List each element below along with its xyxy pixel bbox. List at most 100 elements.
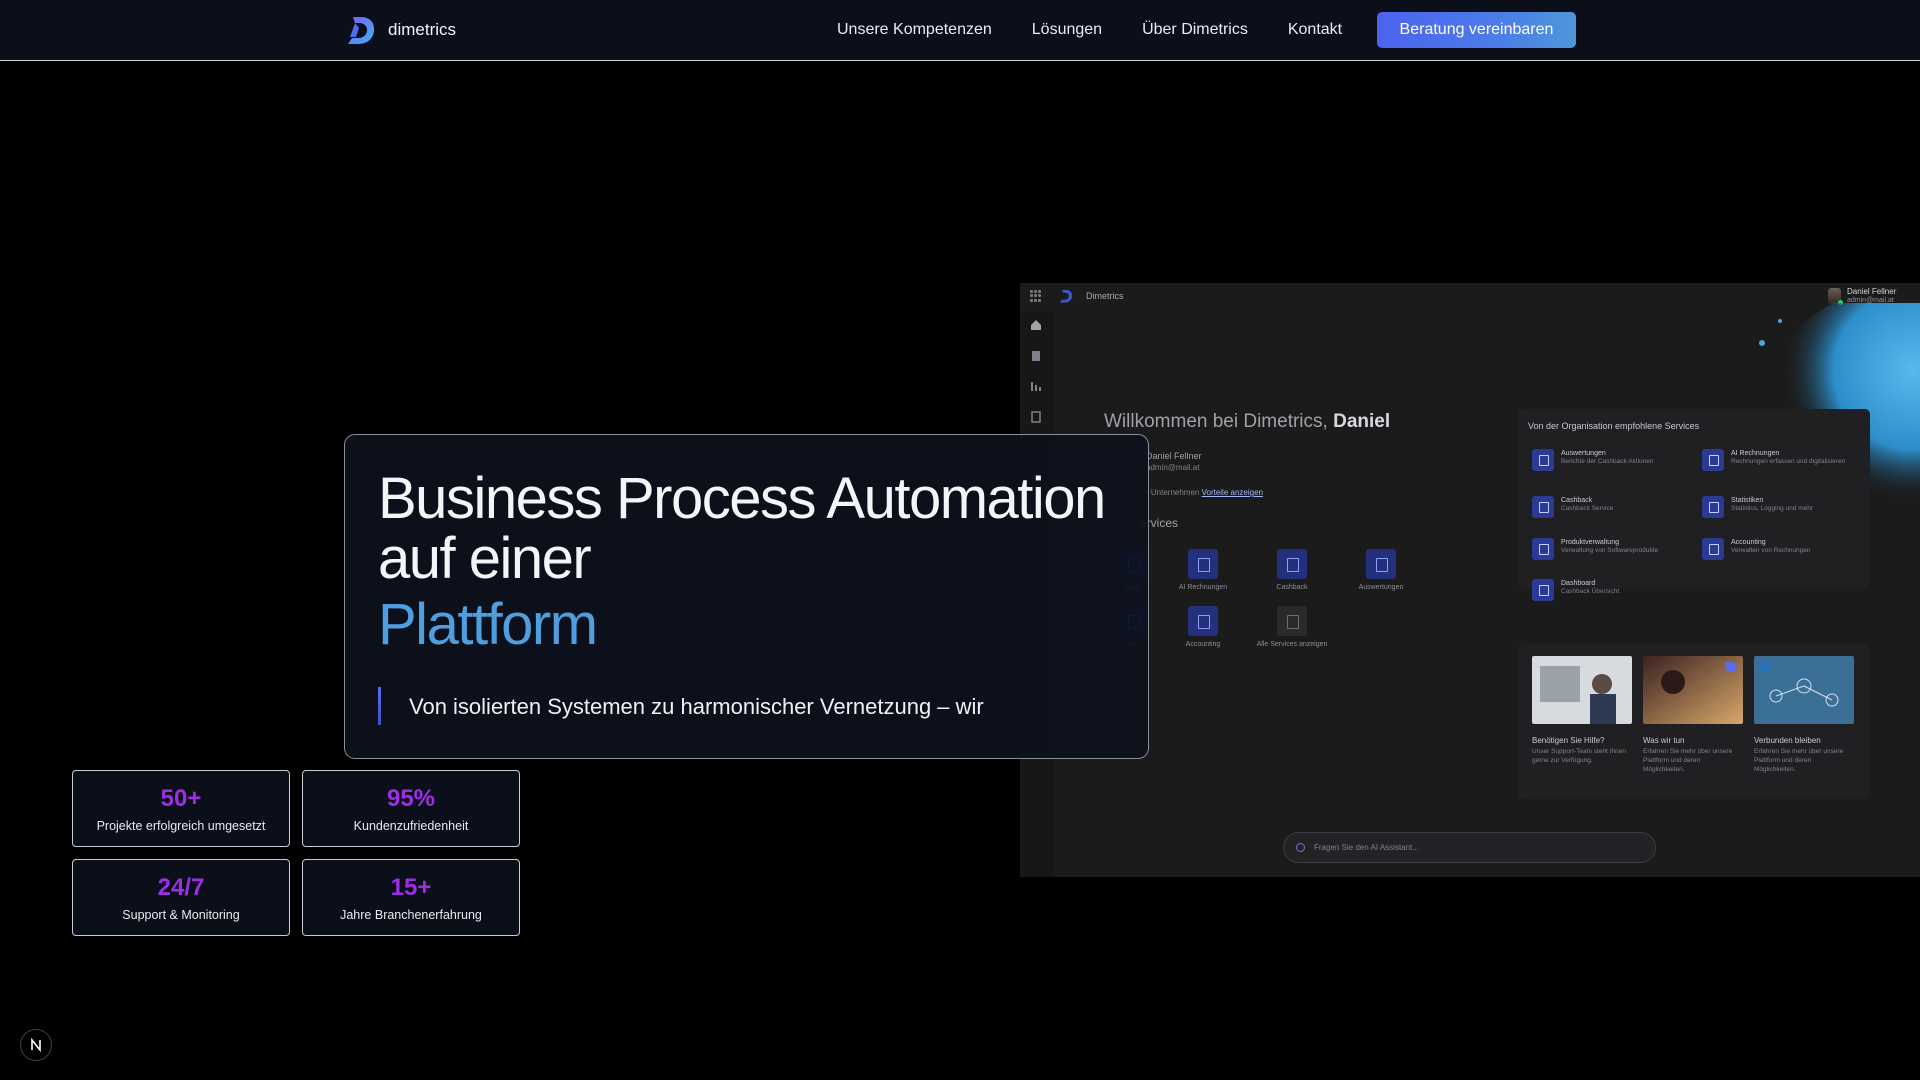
brand-home-link[interactable]: dimetrics bbox=[344, 13, 456, 47]
service-desc: Cashback Übersicht bbox=[1561, 588, 1620, 595]
recommended-services-title: Von der Organisation empfohlene Services bbox=[1528, 421, 1700, 431]
dashboard-profile-mail: admin@mail.at bbox=[1146, 463, 1200, 472]
search-icon bbox=[1296, 843, 1305, 852]
stat-label: Support & Monitoring bbox=[122, 908, 240, 922]
nav-link-loesungen[interactable]: Lösungen bbox=[1032, 21, 1102, 39]
promo-connected[interactable]: Verbunden bleiben Erfahren Sie mehr über… bbox=[1754, 656, 1854, 774]
service-icon bbox=[1188, 549, 1218, 579]
network-photo-icon bbox=[1754, 656, 1854, 724]
service-icon bbox=[1532, 538, 1554, 560]
recommended-service[interactable]: Statistiken Statistics, Logging und mehr bbox=[1702, 496, 1867, 518]
recommended-service[interactable]: Produktverwaltung Verwaltung von Software… bbox=[1532, 538, 1697, 560]
service-icon bbox=[1188, 606, 1218, 636]
service-icon bbox=[1532, 579, 1554, 601]
service-tile[interactable]: AI Rechnungen bbox=[1166, 549, 1240, 592]
stat-card-satisfaction: 95% Kundenzufriedenheit bbox=[302, 770, 520, 847]
hero-subtitle: Von isolierten Systemen zu harmonischer … bbox=[409, 694, 984, 719]
service-label: AI Rechnungen bbox=[1178, 584, 1228, 591]
service-desc: Statistics, Logging und mehr bbox=[1731, 505, 1814, 512]
dashboard-profile-name: Daniel Fellner bbox=[1146, 451, 1202, 461]
recommended-service[interactable]: Accounting Verwalten von Rechnungen bbox=[1702, 538, 1867, 560]
grid-icon bbox=[1277, 606, 1307, 636]
service-tile[interactable]: Auswertungen bbox=[1344, 549, 1418, 592]
recommended-services-card: Von der Organisation empfohlene Services… bbox=[1518, 409, 1870, 601]
stat-card-experience: 15+ Jahre Branchenerfahrung bbox=[302, 859, 520, 936]
home-icon[interactable] bbox=[1030, 319, 1042, 331]
service-name: Dashboard bbox=[1561, 580, 1596, 587]
promo-desc: Erfahren Sie mehr über unsere Plattform … bbox=[1754, 748, 1844, 773]
nav-link-kontakt[interactable]: Kontakt bbox=[1288, 21, 1342, 39]
framework-badge-button[interactable] bbox=[20, 1029, 52, 1061]
hero-card: Business Process Automation auf einer Pl… bbox=[344, 434, 1149, 759]
ai-assistant-search-input[interactable]: Fragen Sie den AI Assistant... bbox=[1283, 832, 1656, 863]
service-desc: Berichte der Cashback Aktionen bbox=[1561, 458, 1654, 465]
woman-photo-icon bbox=[1643, 656, 1743, 724]
nav-link-ueber[interactable]: Über Dimetrics bbox=[1142, 21, 1248, 39]
dashboard-app-name: Dimetrics bbox=[1086, 291, 1124, 301]
stat-card-projects: 50+ Projekte erfolgreich umgesetzt bbox=[72, 770, 290, 847]
service-label: Accounting bbox=[1185, 641, 1221, 648]
promo-title: Benötigen Sie Hilfe? bbox=[1532, 736, 1605, 745]
service-desc: Rechnungen erfassen und digitalisieren bbox=[1731, 458, 1846, 465]
service-icon bbox=[1702, 496, 1724, 518]
recommended-service[interactable]: Dashboard Cashback Übersicht bbox=[1532, 579, 1697, 601]
recommended-service[interactable]: Cashback Cashback Service bbox=[1532, 496, 1697, 518]
service-name: Statistiken bbox=[1731, 497, 1764, 504]
stat-label: Projekte erfolgreich umgesetzt bbox=[96, 819, 266, 833]
service-desc: Cashback Service bbox=[1561, 505, 1614, 512]
dimetrics-logo-icon bbox=[348, 17, 375, 44]
stat-card-support: 24/7 Support & Monitoring bbox=[72, 859, 290, 936]
document-icon[interactable] bbox=[1030, 350, 1042, 362]
bar-chart-icon[interactable] bbox=[1030, 380, 1042, 392]
consultation-button[interactable]: Beratung vereinbaren bbox=[1377, 12, 1576, 48]
promo-desc: Erfahren Sie mehr über unsere Plattform … bbox=[1643, 748, 1733, 773]
stat-value: 15+ bbox=[390, 874, 432, 901]
nav-link-kompetenzen[interactable]: Unsere Kompetenzen bbox=[837, 21, 992, 39]
n-logo-icon bbox=[31, 1038, 41, 1052]
dashboard-logo-icon bbox=[1059, 289, 1073, 303]
stat-label: Kundenzufriedenheit bbox=[353, 819, 469, 833]
search-placeholder: Fragen Sie den AI Assistant... bbox=[1314, 843, 1419, 852]
promo-title: Was wir tun bbox=[1643, 736, 1685, 745]
service-label: Alle Services anzeigen bbox=[1256, 641, 1328, 648]
service-name: Cashback bbox=[1561, 497, 1593, 504]
hero-subtitle-bar bbox=[378, 687, 381, 725]
stat-value: 50+ bbox=[160, 785, 202, 812]
service-label: Auswertungen bbox=[1358, 584, 1404, 591]
hero-title-line-2: auf einer bbox=[378, 526, 592, 591]
dashboard-org-line: r Unternehmen Vorteile anzeigen bbox=[1146, 488, 1263, 497]
service-desc: Verwalten von Rechnungen bbox=[1731, 547, 1811, 554]
main-menu: Unsere Kompetenzen Lösungen Über Dimetri… bbox=[837, 21, 1342, 39]
service-tile[interactable]: Accounting bbox=[1166, 606, 1240, 649]
service-icon bbox=[1532, 449, 1554, 471]
service-tile[interactable]: Cashback bbox=[1255, 549, 1329, 592]
hero-title-line-1: Business Process Automation bbox=[378, 466, 1106, 531]
service-desc: Verwaltung von Softwareprodukte bbox=[1561, 547, 1659, 554]
service-icon bbox=[1702, 449, 1724, 471]
support-photo-icon bbox=[1532, 656, 1632, 724]
show-benefits-link[interactable]: Vorteile anzeigen bbox=[1202, 488, 1263, 497]
all-services-tile[interactable]: Alle Services anzeigen bbox=[1255, 606, 1329, 649]
recommended-service[interactable]: Auswertungen Berichte der Cashback Aktion… bbox=[1532, 449, 1697, 471]
promo-about[interactable]: Was wir tun Erfahren Sie mehr über unser… bbox=[1643, 656, 1743, 774]
app-grid-icon[interactable] bbox=[1030, 290, 1042, 302]
stat-label: Jahre Branchenerfahrung bbox=[340, 908, 482, 922]
promo-help[interactable]: Benötigen Sie Hilfe? Unser Support-Team … bbox=[1532, 656, 1632, 765]
recommended-service[interactable]: AI Rechnungen Rechnungen erfassen und dig… bbox=[1702, 449, 1867, 471]
service-name: Auswertungen bbox=[1561, 450, 1606, 457]
service-label: Cashback bbox=[1276, 584, 1308, 591]
dashboard-user-name: Daniel Fellner bbox=[1847, 287, 1897, 296]
service-name: Produktverwaltung bbox=[1561, 539, 1619, 546]
service-icon bbox=[1532, 496, 1554, 518]
service-name: AI Rechnungen bbox=[1731, 450, 1780, 457]
stat-value: 24/7 bbox=[157, 874, 205, 901]
top-navigation: dimetrics Unsere Kompetenzen Lösungen Üb… bbox=[0, 0, 1920, 61]
service-name: Accounting bbox=[1731, 539, 1766, 546]
hero-title: Business Process Automation auf einer bbox=[378, 466, 1106, 591]
promo-title: Verbunden bleiben bbox=[1754, 736, 1821, 745]
promo-desc: Unser Support-Team steht Ihnen gerne zur… bbox=[1532, 748, 1626, 764]
avatar bbox=[1828, 288, 1843, 305]
brand-name: dimetrics bbox=[388, 20, 457, 39]
service-icon bbox=[1277, 549, 1307, 579]
receipt-icon[interactable] bbox=[1030, 411, 1042, 423]
